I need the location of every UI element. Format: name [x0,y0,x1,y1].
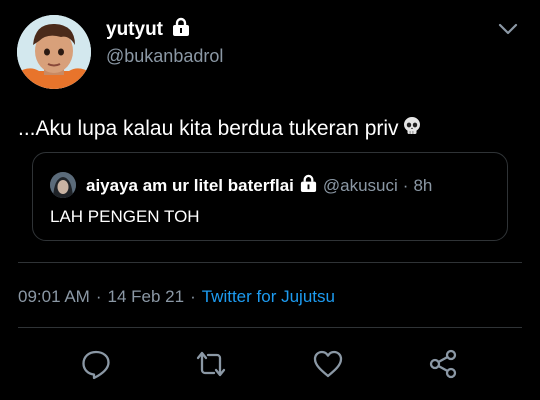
quoted-display-name[interactable]: aiyaya am ur litel baterflai [86,176,294,196]
tweet-source-link[interactable]: Twitter for Jujutsu [202,287,335,307]
separator-dot: · [402,176,409,195]
quoted-tweet-card[interactable]: aiyaya am ur litel baterflai @akusuci · … [32,152,508,241]
quoted-handle[interactable]: @akusuci [323,176,398,196]
reply-button[interactable] [78,346,114,382]
separator-dot: · [190,287,196,306]
author-name-row: yutyut [106,17,191,42]
like-button[interactable] [310,346,346,382]
like-icon [313,350,343,378]
quoted-header: aiyaya am ur litel baterflai @akusuci · … [86,174,432,198]
tweet-date: 14 Feb 21 [107,287,185,306]
chevron-down-icon[interactable] [498,22,518,36]
divider [18,262,522,263]
share-button[interactable] [425,346,461,382]
lock-icon [299,174,318,198]
author-display-name[interactable]: yutyut [106,19,163,41]
avatar-image [17,15,91,89]
quoted-time: 8h [413,176,433,195]
tweet-text: ...Aku lupa kalau kita berdua tukeran pr… [18,116,422,142]
author-handle[interactable]: @bukanbadrol [106,46,223,67]
quoted-avatar[interactable] [50,172,76,198]
quoted-text: LAH PENGEN TOH [50,207,200,226]
tweet-time: 09:01 AM [18,287,90,306]
share-icon [429,349,457,379]
tweet-meta: 09:01 AM · 14 Feb 21 · Twitter for Jujut… [18,287,335,307]
skull-icon [402,116,422,142]
divider [18,327,522,328]
quoted-avatar-image [50,172,76,198]
separator-dot: · [95,287,102,306]
tweet-text-content: ...Aku lupa kalau kita berdua tukeran pr… [18,117,399,140]
action-bar [0,346,540,382]
reply-icon [82,350,110,380]
lock-icon [171,17,191,42]
retweet-icon [196,351,226,377]
author-avatar[interactable] [17,15,91,89]
retweet-button[interactable] [193,346,229,382]
